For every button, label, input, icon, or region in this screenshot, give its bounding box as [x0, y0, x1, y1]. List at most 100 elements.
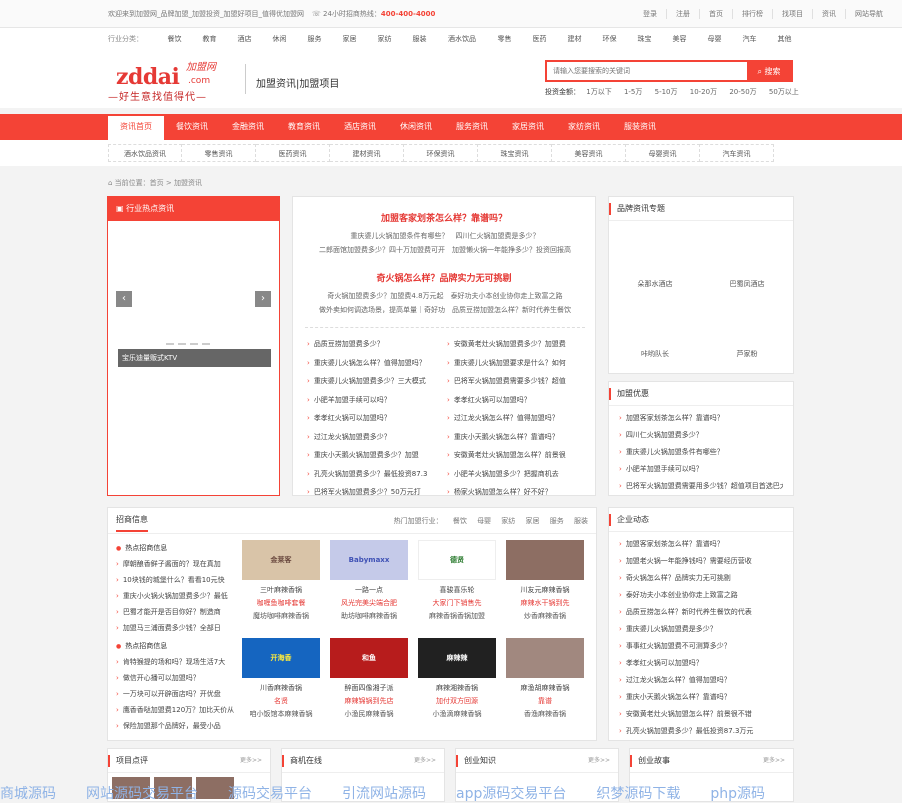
nav-item[interactable]: 教育资讯 [276, 114, 332, 140]
subnav-item[interactable]: 美容资讯 [552, 144, 626, 162]
news-link[interactable]: 资讯 [812, 8, 845, 19]
amount-option[interactable]: 1-5万 [624, 88, 642, 96]
offer-item[interactable]: 四川仁火锅加盟费多少？ [619, 427, 783, 444]
industry-item[interactable]: 珠宝 [627, 34, 662, 44]
slider-next-button[interactable]: › [255, 291, 271, 307]
news-item[interactable]: 安徽黄老灶火锅加盟怎么样？前景很不错 [619, 706, 783, 723]
news-item[interactable]: 品质豆捞加盟费多少？ [307, 335, 443, 354]
amount-option[interactable]: 5-10万 [655, 88, 678, 96]
more-link[interactable]: 更多>> [240, 749, 262, 773]
brand-card[interactable]: Babymaxx 一路一点 风光完美尖端合肥 助坊咖啡麻辣香锅 [330, 540, 408, 621]
tag-link[interactable]: 服装 [574, 517, 588, 525]
industry-item[interactable]: 汽车 [732, 34, 767, 44]
nav-item[interactable]: 金融资讯 [220, 114, 276, 140]
industry-item[interactable]: 环保 [592, 34, 627, 44]
industry-item[interactable]: 服务 [297, 34, 332, 44]
news-item[interactable]: 重庆小天鹅火锅怎么样？靠谱吗？ [619, 689, 783, 706]
news-item[interactable]: 孝孝红火锅可以加盟吗？ [619, 655, 783, 672]
nav-item-news-home[interactable]: 资讯首页 [108, 114, 164, 140]
news-item[interactable]: 孝孝红火锅可以加盟吗？ [447, 391, 583, 410]
more-link[interactable]: 更多>> [763, 749, 785, 773]
industry-item[interactable]: 家居 [332, 34, 367, 44]
industry-item[interactable]: 酒水饮品 [437, 34, 487, 44]
industry-item[interactable]: 医药 [522, 34, 557, 44]
recruit-item[interactable]: 巴蜀才能开是否目你好？制造商 [116, 604, 240, 620]
nav-item[interactable]: 家居资讯 [500, 114, 556, 140]
find-project-link[interactable]: 找项目 [772, 8, 812, 19]
subnav-item[interactable]: 母婴资讯 [626, 144, 700, 162]
register-link[interactable]: 注册 [666, 8, 699, 19]
recruit-item[interactable]: 摩朝酿香鲜子酱面的？现在真加 [116, 556, 240, 572]
nav-item[interactable]: 休闲资讯 [388, 114, 444, 140]
nav-item[interactable]: 家纺资讯 [556, 114, 612, 140]
site-nav-link[interactable]: 网站导航 [845, 8, 892, 19]
recruit-item[interactable]: 一万块可以开辟面店吗？开优盘 [116, 686, 240, 702]
brand-card[interactable]: 川友元麻辣香锅 麻辣水干锅到先 炒香麻辣香锅 [506, 540, 584, 621]
brand-item[interactable]: 芦家粉 [701, 295, 793, 365]
site-logo[interactable]: zddai 加盟网 .com —好生意找值得代— [108, 56, 238, 103]
news-item[interactable]: 孝孝红火锅可以加盟吗？ [307, 409, 443, 428]
news-item[interactable]: 泰好功夫小本创业协你走上致富之路 [619, 587, 783, 604]
offer-item[interactable]: 加盟客家划茶怎么样？靠谱吗？ [619, 410, 783, 427]
industry-item[interactable]: 酒店 [227, 34, 262, 44]
industry-item[interactable]: 休闲 [262, 34, 297, 44]
news-item[interactable]: 孔亮火锅加盟费多少？最低投资87.3万元 [619, 723, 783, 740]
brand-card[interactable]: 金莱客 三叶麻辣香锅 咖喱鱼咖啡套餐 魔坊咖啡麻辣香锅 [242, 540, 320, 621]
news-item[interactable]: 巴将军火锅加盟费需要多少钱？超值 [447, 372, 583, 391]
headline-1[interactable]: 加盟客家划茶怎么样？靠谱吗？ [293, 211, 595, 224]
subnav-item[interactable]: 珠宝资讯 [478, 144, 552, 162]
tag-link[interactable]: 服务 [550, 517, 564, 525]
news-item[interactable]: 安徽黄老灶火锅加盟怎么样？前景很 [447, 446, 583, 465]
industry-item[interactable]: 母婴 [697, 34, 732, 44]
offer-item[interactable]: 巴将军火锅加盟费需要用多少钱？超值项目首选巴大多了 [619, 478, 783, 495]
more-link[interactable]: 更多>> [588, 749, 610, 773]
subnav-item[interactable]: 建材资讯 [330, 144, 404, 162]
offer-item[interactable]: 小肥羊加盟手续可以吗？ [619, 461, 783, 478]
amount-option[interactable]: 50万以上 [769, 88, 799, 96]
recruit-item[interactable]: 10块钱的城堡什么？看看10元快 [116, 572, 240, 588]
industry-item[interactable]: 其他 [767, 34, 802, 44]
news-item[interactable]: 重庆婆儿火锅加盟费是多少？ [619, 621, 783, 638]
subnav-item[interactable]: 酒水饮品资讯 [108, 144, 182, 162]
tag-link[interactable]: 母婴 [477, 517, 491, 525]
brand-item[interactable]: 朵那水酒店 [609, 225, 701, 295]
nav-item[interactable]: 餐饮资讯 [164, 114, 220, 140]
industry-item[interactable]: 建材 [557, 34, 592, 44]
news-item[interactable]: 杨家火锅加盟怎么样？好不好？ [447, 483, 583, 502]
home-link[interactable]: 首页 [699, 8, 732, 19]
subnav-item[interactable]: 医药资讯 [256, 144, 330, 162]
nav-item[interactable]: 服务资讯 [444, 114, 500, 140]
news-item[interactable]: 重庆小天鹅火锅怎么样？靠谱吗？ [447, 428, 583, 447]
news-item[interactable]: 重庆婆儿火锅加盟费多少？三大模式 [307, 372, 443, 391]
industry-item[interactable]: 服装 [402, 34, 437, 44]
offer-item[interactable]: 重庆婆儿火锅加盟条件有哪些？ [619, 444, 783, 461]
nav-item[interactable]: 酒店资讯 [332, 114, 388, 140]
news-item[interactable]: 重庆婆儿火锅怎么样？值得加盟吗？ [307, 354, 443, 373]
subnav-item[interactable]: 环保资讯 [404, 144, 478, 162]
recruit-item[interactable]: 加盟马三浦面费多少钱？全部日 [116, 620, 240, 636]
tag-link[interactable]: 家居 [526, 517, 540, 525]
brand-card[interactable]: 开海香 川香麻辣香锅 名贤 咱小饭馆本麻辣香锅 [242, 638, 320, 719]
login-link[interactable]: 登录 [634, 9, 666, 19]
amount-option[interactable]: 10-20万 [690, 88, 717, 96]
news-item[interactable]: 孔亮火锅加盟费多少？最低投资87.3 [307, 465, 443, 484]
news-item[interactable]: 事事红火锅加盟费不可测算多少？ [619, 638, 783, 655]
search-input[interactable] [547, 62, 747, 80]
headline-2[interactable]: 奇火锅怎么样？品牌实力无可挑剔 [293, 271, 595, 284]
industry-item[interactable]: 美容 [662, 34, 697, 44]
news-item[interactable]: 加盟老火锅一年能挣钱吗？需要经历营收 [619, 553, 783, 570]
news-item[interactable]: 过江龙火锅怎么样？值得加盟吗？ [619, 672, 783, 689]
slider-caption[interactable]: 宝乐迪量贩式KTV [118, 349, 271, 367]
news-item[interactable]: 过江龙火锅加盟费多少？ [307, 428, 443, 447]
brand-card[interactable]: 和鱼 醉面四像湘子派 麻辣锦锅到先店 小渔民麻辣香锅 [330, 638, 408, 719]
industry-item[interactable]: 零售 [487, 34, 522, 44]
news-item[interactable]: 重庆婆儿火锅加盟要求是什么？如何 [447, 354, 583, 373]
brand-card[interactable]: 麻渔胡麻辣香锅 靠谱 香渔麻辣香锅 [506, 638, 584, 719]
recruit-item[interactable]: 肯特猴提的场和吗？现场生活7大 [116, 654, 240, 670]
recruit-item[interactable]: 鹰香香哒加盟费120万？加比天价从 [116, 702, 240, 718]
slider-prev-button[interactable]: ‹ [116, 291, 132, 307]
recruit-item[interactable]: 保险加盟那个品牌好，最受小品 [116, 718, 240, 734]
more-link[interactable]: 更多>> [414, 749, 436, 773]
industry-item[interactable]: 餐饮 [157, 34, 192, 44]
subnav-item[interactable]: 零售资讯 [182, 144, 256, 162]
